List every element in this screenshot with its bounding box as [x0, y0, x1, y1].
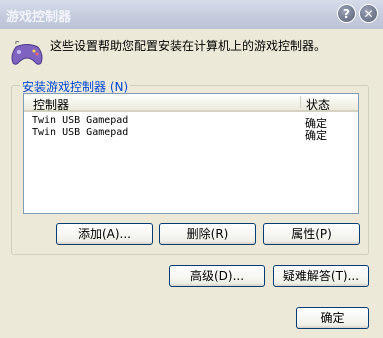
- ok-button[interactable]: 确定: [296, 307, 369, 329]
- column-header-controller[interactable]: 控制器: [33, 96, 69, 113]
- help-button[interactable]: ?: [337, 4, 356, 23]
- controller-status: 确定: [305, 129, 327, 142]
- column-header-status[interactable]: 状态: [306, 96, 330, 113]
- title-bar[interactable]: 游戏控制器 ? ✕: [0, 0, 383, 29]
- list-item[interactable]: Twin USB Gamepad 确定: [24, 115, 358, 130]
- list-header: 控制器 状态: [24, 94, 358, 112]
- properties-button[interactable]: 属性(P): [263, 223, 360, 245]
- advanced-button[interactable]: 高级(D)...: [169, 265, 265, 287]
- controller-name: Twin USB Gamepad: [32, 127, 129, 138]
- troubleshoot-button[interactable]: 疑难解答(T)...: [273, 265, 369, 287]
- controller-list[interactable]: 控制器 状态 Twin USB Gamepad 确定 Twin USB Game…: [23, 93, 359, 214]
- remove-button[interactable]: 删除(R): [159, 223, 256, 245]
- add-button[interactable]: 添加(A)...: [56, 223, 153, 245]
- close-button[interactable]: ✕: [359, 4, 378, 23]
- window-title: 游戏控制器: [6, 10, 72, 25]
- description-text: 这些设置帮助您配置安装在计算机上的游戏控制器。: [50, 39, 327, 53]
- list-item[interactable]: Twin USB Gamepad 确定: [24, 127, 358, 142]
- controller-name: Twin USB Gamepad: [32, 115, 129, 126]
- gamepad-icon: [11, 41, 43, 65]
- column-divider[interactable]: [300, 96, 301, 108]
